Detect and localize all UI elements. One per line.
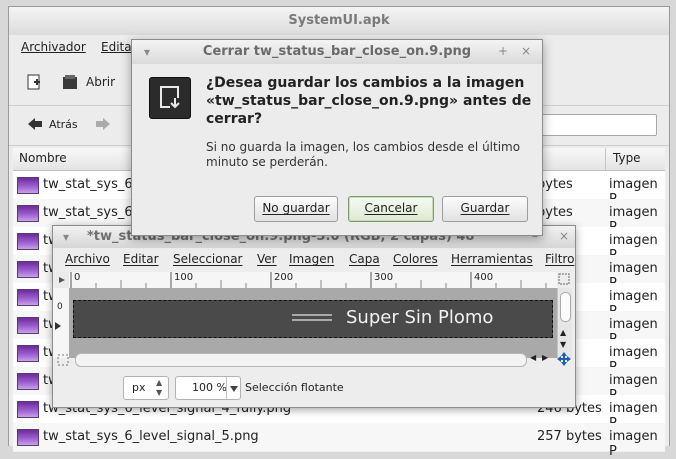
image-file-icon [17,177,39,194]
image-file-icon [17,261,39,278]
menu-capa[interactable]: Capa [349,252,380,266]
menu-seleccionar[interactable]: Seleccionar [173,252,242,266]
dont-save-button[interactable]: No guardar [254,196,338,222]
spin-down-icon: ▼ [156,388,163,397]
zoom-toggle-icon[interactable] [557,272,571,288]
vertical-ruler[interactable]: 0 [53,288,70,358]
cancel-button[interactable]: Cancelar [348,196,434,222]
spin-up-icon: ▲ [156,378,163,387]
floating-selection-layer[interactable]: Super Sin Plomo [73,300,553,338]
unit-select[interactable]: px ▲ ▼ [123,376,169,400]
ruler-label: 400 [474,272,494,283]
menu-filtros[interactable]: Filtro [545,252,574,266]
ruler-label: 300 [374,272,394,283]
image-file-icon [17,205,39,222]
scroll-left-icon[interactable]: ◀ [530,353,536,362]
menu-archivo[interactable]: Archivo [65,252,110,266]
back-button-label[interactable]: Atrás [49,118,78,131]
gimp-menubar: Archivo Editar Seleccionar Ver Imagen Ca… [53,248,575,270]
menu-herramientas[interactable]: Herramientas [451,252,533,266]
unit-value: px [132,381,146,394]
zoom-value: 100 % [192,381,227,394]
window-menu-icon[interactable]: ▾ [63,230,69,244]
ruler-label: 0 [74,272,81,283]
back-arrow-icon[interactable] [27,117,43,134]
image-file-icon [17,345,39,362]
close-icon[interactable]: × [559,229,569,243]
menu-ver[interactable]: Ver [257,252,277,266]
table-row[interactable]: tw_stat_sys_6_level_signal_5.png 257 byte… [13,423,665,459]
image-file-icon [17,401,39,418]
file-type: imagen P [609,429,658,459]
ruler-label: 200 [274,272,294,283]
zoom-select[interactable]: 100 % [175,376,241,400]
quick-mask-corner-icon[interactable] [55,272,69,288]
navigate-icon[interactable] [557,352,571,369]
dialog-title: Cerrar tw_status_bar_close_on.9.png [202,44,472,59]
archive-titlebar[interactable]: SystemUI.apk [9,7,669,35]
file-size: 257 bytes [537,429,602,444]
image-file-icon [17,429,39,446]
scroll-down-icon[interactable]: ▼ [560,340,566,349]
dialog-warning-text: Si no guarda la imagen, los cambios desd… [206,140,521,169]
open-archive-icon[interactable] [61,73,79,91]
save-button[interactable]: Guardar [442,196,528,222]
gimp-statusbar: px ▲ ▼ 100 % Selección flotante [53,374,575,406]
menu-archivador[interactable]: Archivador [21,40,86,54]
scroll-right-icon[interactable]: ▶ [542,353,548,362]
file-name: tw_stat_sys_6_ [43,177,140,192]
gimp-image-window: ▾ *tw_status_bar_close_on.9.png-3.0 (RGB… [52,225,576,408]
file-name: tw_stat_sys_6_level_signal_5.png [43,429,259,444]
horizontal-ruler[interactable]: 0 100 200 300 400 [69,272,557,289]
dialog-titlebar[interactable]: ▾ Cerrar tw_status_bar_close_on.9.png + … [132,40,542,64]
menu-editar[interactable]: Editar [123,252,159,266]
scroll-thumb[interactable] [560,292,571,322]
forward-arrow-icon[interactable] [95,117,111,134]
vertical-scrollbar[interactable]: ▲ ▼ [557,288,572,358]
scroll-up-icon[interactable]: ▲ [560,328,566,337]
horizontal-scrollbar[interactable] [75,353,527,367]
location-field[interactable] [541,114,657,136]
maximize-icon[interactable]: + [498,44,508,58]
close-icon[interactable]: × [521,44,531,58]
close-confirm-dialog: ▾ Cerrar tw_status_bar_close_on.9.png + … [131,39,543,236]
banner-text: Super Sin Plomo [346,307,494,328]
image-file-icon [17,289,39,306]
dialog-question: ¿Desea guardar los cambios a la imagen «… [206,75,532,127]
image-file-icon [17,233,39,250]
menu-imagen[interactable]: Imagen [289,252,334,266]
status-message: Selección flotante [245,381,344,394]
column-type[interactable]: Type [613,151,641,165]
save-image-icon [149,77,191,119]
zoom-dropdown-icon[interactable] [226,377,241,399]
menu-colores[interactable]: Colores [393,252,438,266]
open-button-label[interactable]: Abrir [86,75,115,89]
image-file-icon [17,373,39,390]
column-name[interactable]: Nombre [19,151,67,165]
archive-window-title: SystemUI.apk [288,13,390,28]
new-archive-icon[interactable] [25,73,43,91]
drag-handle-icon [292,312,332,324]
ruler-label: 100 [174,272,194,283]
image-file-icon [17,317,39,334]
file-name: tw_stat_sys_6_ [43,205,140,220]
navigate-corner-icon[interactable] [57,354,69,369]
